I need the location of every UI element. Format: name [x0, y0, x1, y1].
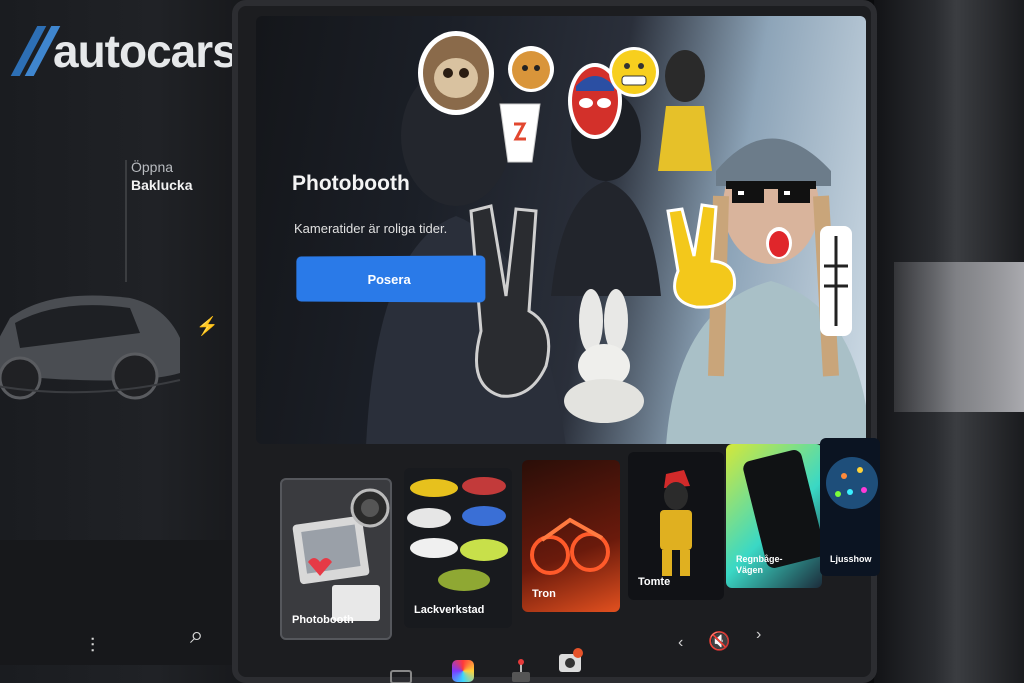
balloon-bunny-sticker-icon	[556, 286, 651, 426]
photobooth-subtitle: Kameratider är roliga tider.	[294, 221, 448, 236]
camera-app-icon[interactable]	[558, 648, 584, 674]
open-trunk-label-line1: Öppna	[131, 159, 174, 175]
thumbnail-label: Regnbåge-Vägen	[736, 554, 783, 575]
left-dock: ⫶ ⌕	[0, 540, 245, 665]
toybox-icon[interactable]	[452, 660, 474, 682]
car-icon	[0, 295, 181, 400]
search-icon[interactable]: ⌕	[190, 622, 203, 650]
thumbnail-photobooth[interactable]: Photobooth	[280, 478, 392, 640]
infotainment-screen: Photobooth Kameratider är roliga tider. …	[232, 0, 880, 683]
open-trunk-label-line2: Baklucka	[131, 177, 193, 193]
sloth-sticker-icon	[416, 28, 496, 118]
thumbnail-tron[interactable]: Tron	[522, 460, 620, 612]
thumbnail-label: Tron	[532, 588, 556, 600]
chevron-right-icon[interactable]: ›	[756, 626, 761, 644]
thumbnail-tomte[interactable]: Tomte	[628, 452, 724, 600]
drink-cup-sticker-icon	[494, 94, 546, 164]
charge-port-icon[interactable]: ⚡	[196, 316, 218, 337]
trunk-indicator-line	[125, 160, 127, 282]
background-window-light	[894, 262, 1024, 412]
thumbnail-label: Tomte	[638, 576, 671, 588]
thumbnail-regnbage-vagen[interactable]: Regnbåge-Vägen	[726, 444, 822, 588]
bottom-dock	[330, 640, 630, 683]
tongue-sticker-icon	[764, 226, 794, 260]
skeleton-sticker-icon	[816, 226, 856, 336]
open-trunk-button[interactable]: Öppna Baklucka	[131, 158, 192, 194]
equalizer-icon[interactable]: ⫶	[90, 635, 95, 658]
thumbnail-label: Ljusshow	[830, 554, 872, 564]
dog-sticker-icon	[506, 44, 556, 94]
thumbnail-label: Lackverkstad	[414, 604, 485, 616]
mannequin-sticker-icon	[656, 41, 714, 171]
photobooth-title: Photobooth	[292, 172, 410, 195]
chevron-left-icon[interactable]: ‹	[678, 634, 683, 652]
brand-logo: autocars®	[10, 25, 248, 77]
toybox-carousel: Photobooth Lackverkstad Tron Tomte Regnb…	[280, 438, 880, 640]
app-icon-1[interactable]	[390, 670, 412, 683]
peace-hand-yellow-icon	[656, 201, 741, 311]
grimace-emoji-icon	[608, 46, 660, 98]
thumbnail-lackverkstad[interactable]: Lackverkstad	[404, 468, 512, 628]
photobooth-hero: Photobooth Kameratider är roliga tider. …	[256, 16, 866, 444]
thumbnail-ljusshow[interactable]: Ljusshow	[820, 438, 880, 576]
mute-icon[interactable]: 🔇	[708, 631, 730, 652]
thumbnail-label: Photobooth	[292, 614, 354, 626]
pose-button[interactable]: Posera	[296, 255, 486, 303]
brand-name: autocars®	[53, 25, 248, 77]
arcade-joystick-icon[interactable]	[510, 658, 532, 683]
